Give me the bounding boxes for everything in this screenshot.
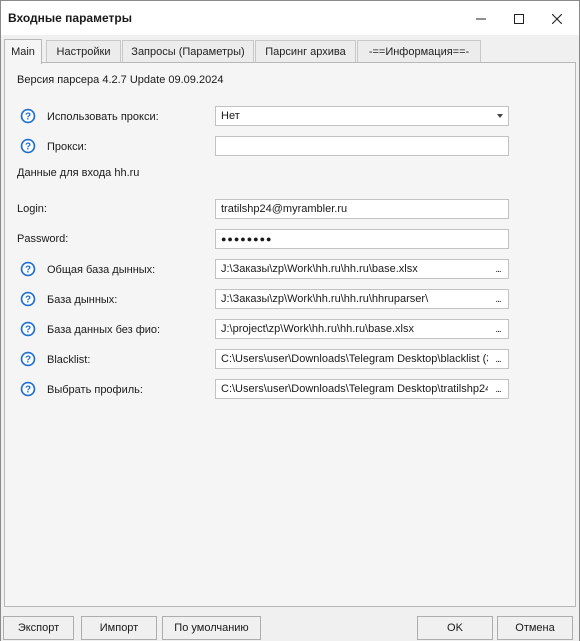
- login-label: Login:: [17, 203, 47, 215]
- tab-settings[interactable]: Настройки: [46, 40, 121, 63]
- svg-text:?: ?: [25, 355, 31, 366]
- help-icon[interactable]: ?: [20, 138, 36, 154]
- button-bar: Экспорт Импорт По умолчанию OK Отмена: [1, 607, 579, 641]
- svg-text:?: ?: [25, 142, 31, 153]
- export-button[interactable]: Экспорт: [3, 616, 74, 640]
- tab-information[interactable]: -==Информация==-: [357, 40, 481, 63]
- use-proxy-select[interactable]: Нет: [215, 106, 509, 126]
- cancel-button[interactable]: Отмена: [497, 616, 573, 640]
- help-icon[interactable]: ?: [20, 321, 36, 337]
- profile-label: Выбрать профиль:: [47, 384, 143, 396]
- db-path-field[interactable]: J:\Заказы\zp\Work\hh.ru\hh.ru\hhruparser…: [215, 289, 509, 309]
- browse-button[interactable]: ...: [488, 260, 508, 278]
- help-icon[interactable]: ?: [20, 381, 36, 397]
- browse-button[interactable]: ...: [488, 290, 508, 308]
- proxy-label: Прокси:: [47, 141, 87, 153]
- use-proxy-value: Нет: [221, 110, 240, 122]
- svg-text:?: ?: [25, 385, 31, 396]
- help-icon[interactable]: ?: [20, 351, 36, 367]
- help-icon[interactable]: ?: [20, 261, 36, 277]
- browse-button[interactable]: ...: [488, 320, 508, 338]
- help-icon[interactable]: ?: [20, 108, 36, 124]
- close-icon: [552, 14, 562, 24]
- password-label: Password:: [17, 233, 69, 245]
- blacklist-label: Blacklist:: [47, 354, 91, 366]
- password-input[interactable]: ●●●●●●●●: [215, 229, 509, 249]
- profile-path-field[interactable]: C:\Users\user\Downloads\Telegram Desktop…: [215, 379, 509, 399]
- window-title: Входные параметры: [8, 11, 132, 25]
- main-tab-panel: Версия парсера 4.2.7 Update 09.09.2024 ?…: [4, 62, 576, 607]
- tab-strip: Main Настройки Запросы (Параметры) Парси…: [1, 39, 579, 64]
- svg-text:?: ?: [25, 265, 31, 276]
- proxy-input[interactable]: [215, 136, 509, 156]
- login-section-title: Данные для входа hh.ru: [17, 167, 140, 179]
- dropdown-arrow-icon: [497, 114, 503, 118]
- tab-requests[interactable]: Запросы (Параметры): [122, 40, 254, 63]
- login-input[interactable]: tratilshp24@myrambler.ru: [215, 199, 509, 219]
- common-db-label: Общая база дынных:: [47, 264, 156, 276]
- use-proxy-label: Использовать прокси:: [47, 111, 159, 123]
- ok-button[interactable]: OK: [417, 616, 493, 640]
- browse-button[interactable]: ...: [488, 380, 508, 398]
- title-bar: Входные параметры: [1, 1, 579, 35]
- help-icon[interactable]: ?: [20, 291, 36, 307]
- common-db-path-field[interactable]: J:\Заказы\zp\Work\hh.ru\hh.ru\base.xlsx …: [215, 259, 509, 279]
- defaults-button[interactable]: По умолчанию: [162, 616, 261, 640]
- close-button[interactable]: [539, 5, 575, 33]
- svg-text:?: ?: [25, 112, 31, 123]
- tab-archive-parsing[interactable]: Парсинг архива: [255, 40, 356, 63]
- minimize-button[interactable]: [463, 5, 499, 33]
- minimize-icon: [476, 18, 486, 20]
- blacklist-path-field[interactable]: C:\Users\user\Downloads\Telegram Desktop…: [215, 349, 509, 369]
- db-no-fio-path-field[interactable]: J:\project\zp\Work\hh.ru\hh.ru\base.xlsx…: [215, 319, 509, 339]
- maximize-icon: [514, 14, 524, 24]
- svg-text:?: ?: [25, 325, 31, 336]
- import-button[interactable]: Импорт: [81, 616, 157, 640]
- maximize-button[interactable]: [501, 5, 537, 33]
- svg-text:?: ?: [25, 295, 31, 306]
- tab-main[interactable]: Main: [4, 39, 42, 64]
- db-label: База дынных:: [47, 294, 118, 306]
- db-no-fio-label: База данных без фио:: [47, 324, 161, 336]
- parser-version-text: Версия парсера 4.2.7 Update 09.09.2024: [17, 74, 224, 86]
- dialog-window: Входные параметры Main Настройки Запросы…: [0, 0, 580, 641]
- browse-button[interactable]: ...: [488, 350, 508, 368]
